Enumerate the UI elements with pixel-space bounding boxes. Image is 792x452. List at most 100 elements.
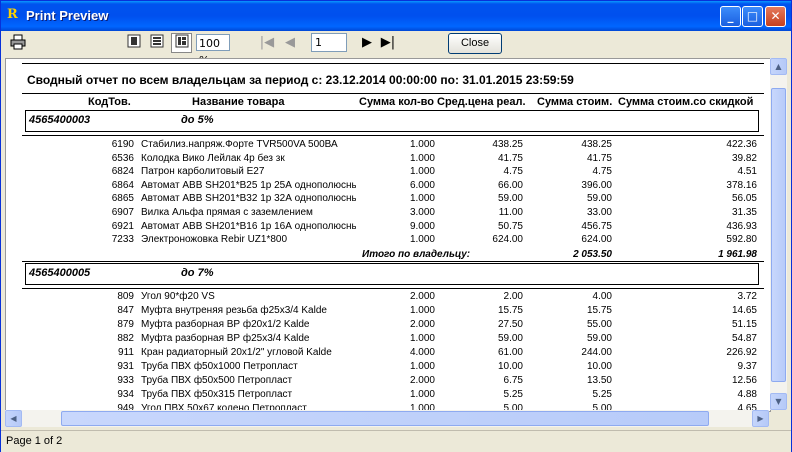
maximize-button[interactable]: □ — [742, 6, 763, 27]
cell-name: Муфта разборная ВР ф25х3/4 Kalde — [141, 333, 310, 344]
cell-price: 11.00 — [498, 207, 523, 218]
col-header-qty: Сумма кол-во — [359, 96, 435, 108]
cell-qty: 1.000 — [409, 152, 435, 164]
cell-sum: 4.00 — [592, 291, 612, 302]
cell-name: Угол 90*ф20 VS — [141, 291, 215, 302]
cell-price: 2.00 — [503, 291, 523, 302]
table-row: 933 Труба ПВХ ф50х500 Петропласт 2.000 6.75… — [22, 374, 764, 388]
group-header: 4565400003 до 5% — [25, 110, 759, 132]
cell-price: 438.25 — [492, 139, 523, 150]
cell-price: 59.00 — [497, 193, 523, 205]
cell-code: 879 — [117, 319, 134, 330]
cell-qty: 2.000 — [409, 291, 435, 302]
cell-name: Труба ПВХ ф50х500 Петропласт — [141, 375, 293, 386]
cell-qty: 1.000 — [409, 305, 435, 316]
print-button[interactable] — [9, 34, 27, 52]
cell-price: 624.00 — [492, 234, 523, 246]
table-row: 911 Кран радиаторный 20х1/2" угловой Kald… — [22, 346, 764, 360]
status-bar: Page 1 of 2 — [1, 430, 791, 452]
prev-page-button[interactable]: ◀ — [283, 34, 297, 52]
table-row: 879 Муфта разборная ВР ф20х1/2 Kalde 2.000… — [22, 318, 764, 332]
total-separator — [22, 261, 764, 262]
close-window-button[interactable]: ✕ — [765, 6, 786, 27]
cell-code: 6921 — [111, 220, 134, 232]
title-bar[interactable]: R Print Preview _ □ ✕ — [1, 1, 791, 31]
first-page-button[interactable]: |◀ — [259, 34, 275, 52]
cell-name: Вилка Альфа прямая с заземлением — [141, 207, 313, 218]
table-row: 6865 Автомат ABB SH201*B32 1р 32А однопол… — [22, 192, 764, 206]
cell-disc: 56.05 — [731, 193, 757, 205]
zoom-field[interactable]: 100 % — [196, 34, 230, 67]
scroll-left-button[interactable]: ◀ — [5, 410, 22, 427]
print-preview-window: R Print Preview _ □ ✕ 100 % |◀ ◀ 1 ▶ ▶| … — [0, 0, 792, 452]
horizontal-scrollbar[interactable]: ◀ ▶ — [5, 410, 769, 427]
close-button[interactable]: Close — [448, 33, 502, 54]
cell-sum: 438.25 — [581, 139, 612, 150]
cell-disc: 378.16 — [726, 179, 757, 191]
page-status: Page 1 of 2 — [6, 435, 63, 447]
last-page-button[interactable]: ▶| — [380, 34, 396, 52]
cell-qty: 1.000 — [409, 139, 435, 150]
cell-sum: 5.25 — [592, 389, 612, 400]
report-page: Сводный отчет по всем владельцам за пери… — [22, 63, 764, 411]
cell-code: 6536 — [111, 152, 134, 164]
cell-disc: 3.72 — [737, 291, 757, 302]
cell-disc: 9.37 — [737, 361, 757, 372]
cell-price: 61.00 — [497, 347, 523, 358]
cell-qty: 1.000 — [409, 234, 435, 246]
arrow-down-icon: ▼ — [775, 397, 782, 406]
cell-price: 5.25 — [503, 389, 523, 400]
table-row: 6824 Патрон карболитовый Е27 1.000 4.75 4.75… — [22, 165, 764, 179]
group-name: до 5% — [181, 114, 214, 126]
page-number-input[interactable]: 1 — [311, 33, 347, 52]
cell-qty: 1.000 — [409, 193, 435, 205]
cell-sum: 59.00 — [586, 193, 612, 205]
scroll-right-button[interactable]: ▶ — [752, 410, 769, 427]
cell-disc: 436.93 — [726, 220, 757, 232]
arrow-left-icon: ◀ — [10, 414, 17, 423]
cell-price: 59.00 — [497, 333, 523, 344]
cell-sum: 59.00 — [586, 333, 612, 344]
page-width-button[interactable] — [148, 34, 166, 52]
cell-name: Колодка Вико Лейлак 4р без зк — [141, 152, 285, 164]
multi-page-button[interactable] — [171, 33, 192, 53]
cell-name: Автомат ABB SH201*B25 1р 25А однополюсны… — [141, 179, 356, 191]
cell-code: 6907 — [111, 207, 134, 218]
last-page-icon: ▶| — [380, 35, 396, 50]
horizontal-scroll-thumb[interactable] — [61, 411, 709, 426]
single-page-icon — [127, 34, 141, 48]
cell-sum: 15.75 — [586, 305, 612, 316]
table-row: 934 Труба ПВХ ф50х315 Петропласт 1.000 5.25… — [22, 388, 764, 402]
cell-code: 7233 — [111, 234, 134, 246]
cell-sum: 10.00 — [586, 361, 612, 372]
group-header: 4565400005 до 7% — [25, 263, 759, 285]
cell-code: 911 — [118, 347, 134, 358]
cell-qty: 6.000 — [409, 179, 435, 191]
app-icon: R — [7, 7, 18, 22]
scroll-up-button[interactable]: ▲ — [770, 58, 787, 75]
group-code: 4565400003 — [29, 114, 91, 126]
vertical-scrollbar[interactable]: ▲ ▼ — [770, 58, 787, 410]
cell-name: Труба ПВХ ф50х315 Петропласт — [141, 389, 293, 400]
close-icon: ✕ — [770, 9, 781, 23]
cell-qty: 1.000 — [409, 166, 435, 178]
cell-qty: 1.000 — [409, 333, 435, 344]
cell-sum: 13.50 — [586, 375, 612, 386]
scroll-down-button[interactable]: ▼ — [770, 393, 787, 410]
next-page-button[interactable]: ▶ — [360, 34, 374, 52]
cell-qty: 4.000 — [409, 347, 435, 358]
minimize-button[interactable]: _ — [720, 6, 741, 27]
cell-code: 6865 — [111, 193, 134, 205]
cell-name: Патрон карболитовый Е27 — [141, 166, 265, 178]
cell-price: 6.75 — [503, 375, 523, 386]
cell-qty: 1.000 — [409, 361, 435, 372]
single-page-button[interactable] — [125, 34, 143, 52]
table-row: 6536 Колодка Вико Лейлак 4р без зк 1.000 41… — [22, 152, 764, 166]
toolbar: 100 % |◀ ◀ 1 ▶ ▶| Close — [1, 31, 791, 67]
vertical-scroll-thumb[interactable] — [771, 88, 786, 382]
table-row: 931 Труба ПВХ ф50х1000 Петропласт 1.000 10.… — [22, 360, 764, 374]
cell-sum: 4.75 — [592, 166, 612, 178]
cell-code: 6824 — [111, 166, 134, 178]
col-header-price: Сред.цена реал. — [437, 96, 526, 108]
cell-qty: 1.000 — [409, 389, 435, 400]
